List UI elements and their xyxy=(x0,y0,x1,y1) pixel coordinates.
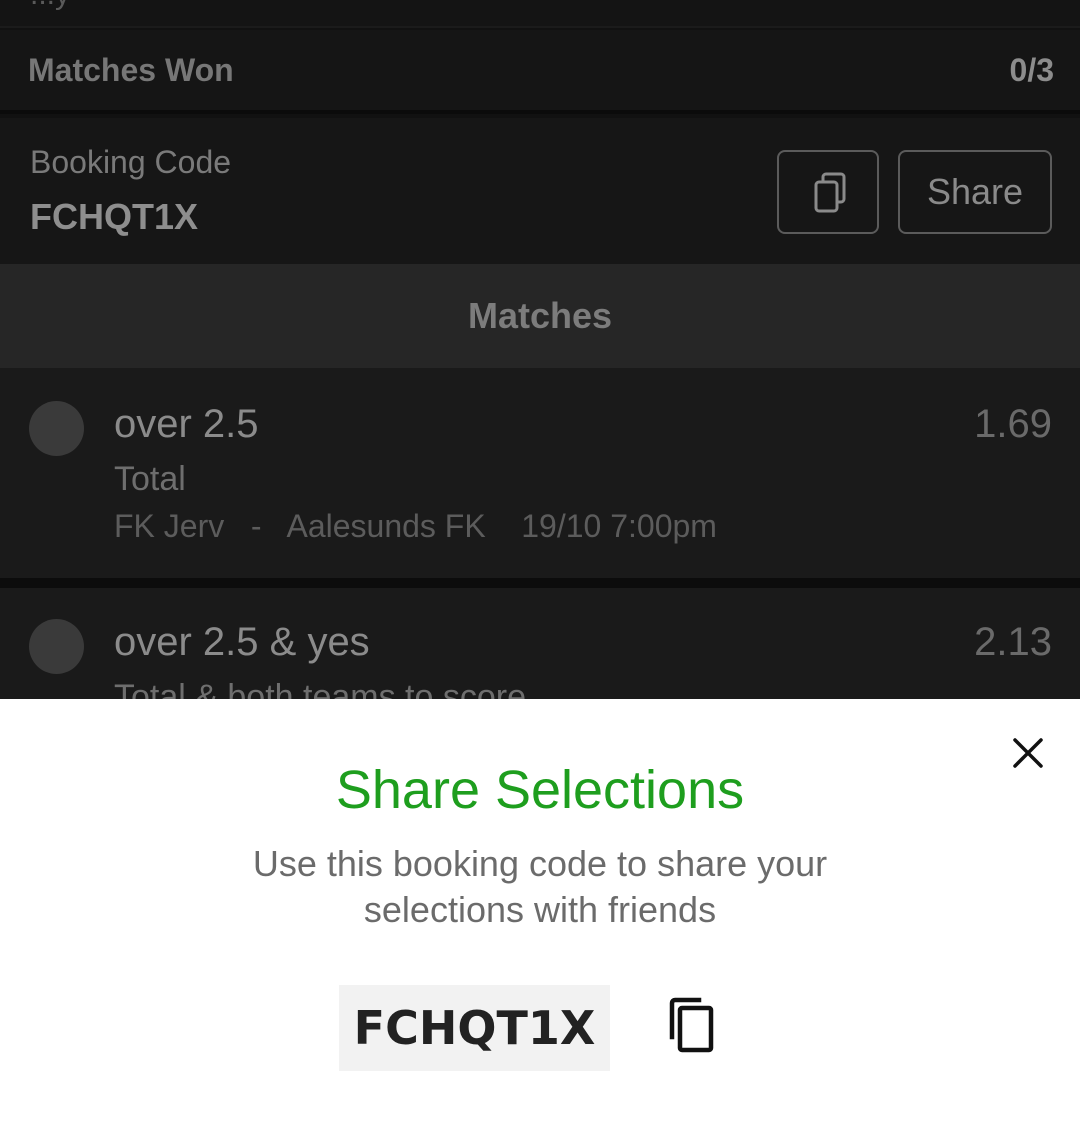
matches-won-label: Matches Won xyxy=(28,52,234,88)
match-item[interactable]: over 2.5 & yes 2.13 Total & both teams t… xyxy=(0,588,1080,699)
match-status-indicator xyxy=(29,619,84,674)
match-status-indicator xyxy=(29,401,84,456)
matches-won-row: Matches Won 0/3 xyxy=(0,30,1080,114)
match-item[interactable]: over 2.5 1.69 Total FK Jerv - Aalesunds … xyxy=(0,368,1080,578)
match-market: Total & both teams to score xyxy=(114,678,526,699)
booking-code-section: Booking Code FCHQT1X Share xyxy=(0,118,1080,264)
match-market: Total xyxy=(114,460,186,498)
match-pick: over 2.5 xyxy=(114,402,259,446)
copy-icon xyxy=(669,997,714,1053)
copy-icon xyxy=(814,172,846,213)
match-odds: 2.13 xyxy=(974,620,1052,664)
booking-code-value: FCHQT1X xyxy=(30,196,199,237)
matches-header: Matches xyxy=(0,264,1080,368)
match-odds: 1.69 xyxy=(974,402,1052,446)
match-divider xyxy=(0,578,1080,588)
cut-off-text: ...y xyxy=(30,0,70,12)
match-pick: over 2.5 & yes xyxy=(114,620,370,664)
copy-code-button[interactable] xyxy=(777,150,879,234)
share-button[interactable]: Share xyxy=(898,150,1052,234)
screen: ...y Matches Won 0/3 Booking Code FCHQT1… xyxy=(0,0,1080,1122)
matches-won-value: 0/3 xyxy=(1009,52,1054,88)
match-teams-and-time: FK Jerv - Aalesunds FK 19/10 7:00pm xyxy=(114,508,717,544)
top-cut-row: ...y xyxy=(0,0,1080,28)
sheet-booking-code: FCHQT1X xyxy=(339,985,610,1071)
sheet-subtitle: Use this booking code to share your sele… xyxy=(252,843,828,930)
booking-code-label: Booking Code xyxy=(30,144,232,180)
sheet-copy-button[interactable] xyxy=(666,997,718,1060)
sheet-title: Share Selections xyxy=(335,760,745,820)
share-selections-sheet: Share Selections Use this booking code t… xyxy=(0,699,1080,1122)
